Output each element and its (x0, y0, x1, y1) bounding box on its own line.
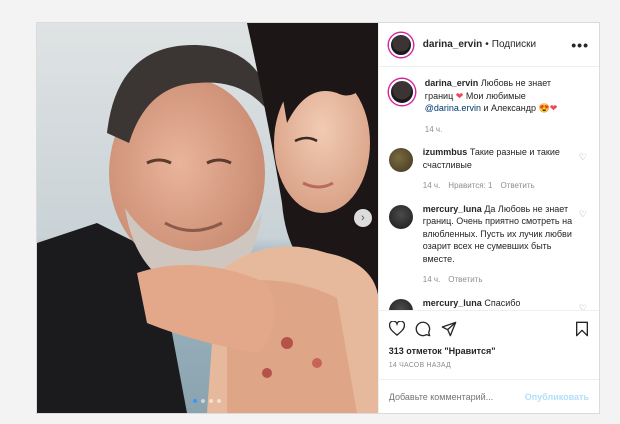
comment-text: Спасибо (484, 297, 521, 308)
timestamp: 14 ч. (424, 124, 443, 134)
comment-username[interactable]: mercury_luna (423, 204, 482, 214)
carousel-dot (201, 399, 206, 403)
comment-heart-icon[interactable]: ♡ (579, 209, 587, 220)
comment-icon[interactable] (415, 321, 431, 337)
add-comment-bar: Опубликовать (378, 379, 599, 413)
avatar[interactable] (388, 79, 415, 105)
avatar[interactable] (388, 148, 413, 172)
separator: • (485, 39, 489, 50)
comment-heart-icon[interactable]: ♡ (579, 303, 587, 311)
comment-item: mercury_luna Да Любовь не знает границ. … (388, 203, 589, 287)
post-card: › darina_ervin • Подписки ••• darina_erv… (36, 22, 600, 414)
caption-meta: 14 ч. (425, 124, 573, 137)
comment-heart-icon[interactable]: ♡ (579, 152, 587, 163)
bookmark-icon[interactable] (575, 321, 589, 337)
heart-outline-icon[interactable] (388, 321, 405, 336)
photo-illustration (37, 23, 378, 413)
reply-button[interactable]: Ответить (501, 180, 535, 193)
post-sidebar: darina_ervin • Подписки ••• darina_ervin… (377, 23, 599, 413)
comment-meta: 14 ч. Ответить (423, 274, 573, 287)
avatar[interactable] (388, 298, 413, 310)
publish-button[interactable]: Опубликовать (525, 392, 589, 402)
caption-text: и Александр (483, 103, 537, 113)
caption: darina_ervin Любовь не знает границ ❤ Мо… (388, 77, 589, 136)
post-header: darina_ervin • Подписки ••• (378, 23, 599, 67)
red-heart-emoji: ❤ (455, 90, 464, 101)
post-photo[interactable]: › (37, 23, 378, 413)
comment-username[interactable]: mercury_luna (423, 298, 482, 308)
share-icon[interactable] (441, 321, 457, 337)
comments-list: darina_ervin Любовь не знает границ ❤ Мо… (379, 67, 599, 310)
follow-button[interactable]: Подписки (492, 39, 536, 50)
comment-meta: 14 ч. Нравится: 1 Ответить (423, 180, 573, 193)
emoji: 😍❤ (538, 103, 558, 113)
carousel-dot (209, 399, 214, 403)
posted-time: 14 часов назад (388, 362, 451, 369)
action-bar (378, 310, 599, 346)
likes-count[interactable]: Нравится: 1 (448, 180, 492, 193)
avatar[interactable] (388, 204, 413, 229)
comment-item: izummbus Такие разные и такие счастливые… (388, 146, 589, 193)
carousel-indicator (37, 399, 378, 403)
header-username[interactable]: darina_ervin (423, 39, 482, 50)
caption-text: Мои любимые (465, 90, 526, 101)
caption-body: darina_ervin Любовь не знает границ ❤ Мо… (425, 77, 589, 136)
mention-link[interactable]: @darina.ervin (425, 103, 481, 113)
comment-input[interactable] (388, 391, 525, 402)
carousel-dot (193, 399, 198, 403)
carousel-dot (217, 399, 222, 403)
comment-item: mercury_luna Спасибо ♡ (388, 297, 589, 311)
likes-count[interactable]: 313 отметок "Нравится" (379, 346, 599, 356)
reply-button[interactable]: Ответить (448, 274, 482, 287)
carousel-next-button[interactable]: › (353, 209, 372, 227)
timestamp: 14 ч. (422, 181, 441, 190)
timestamp: 14 ч. (422, 275, 441, 284)
comment-username[interactable]: izummbus (423, 147, 468, 157)
caption-username[interactable]: darina_ervin (425, 78, 479, 88)
more-dots-icon[interactable]: ••• (571, 37, 589, 53)
avatar[interactable] (388, 32, 413, 57)
